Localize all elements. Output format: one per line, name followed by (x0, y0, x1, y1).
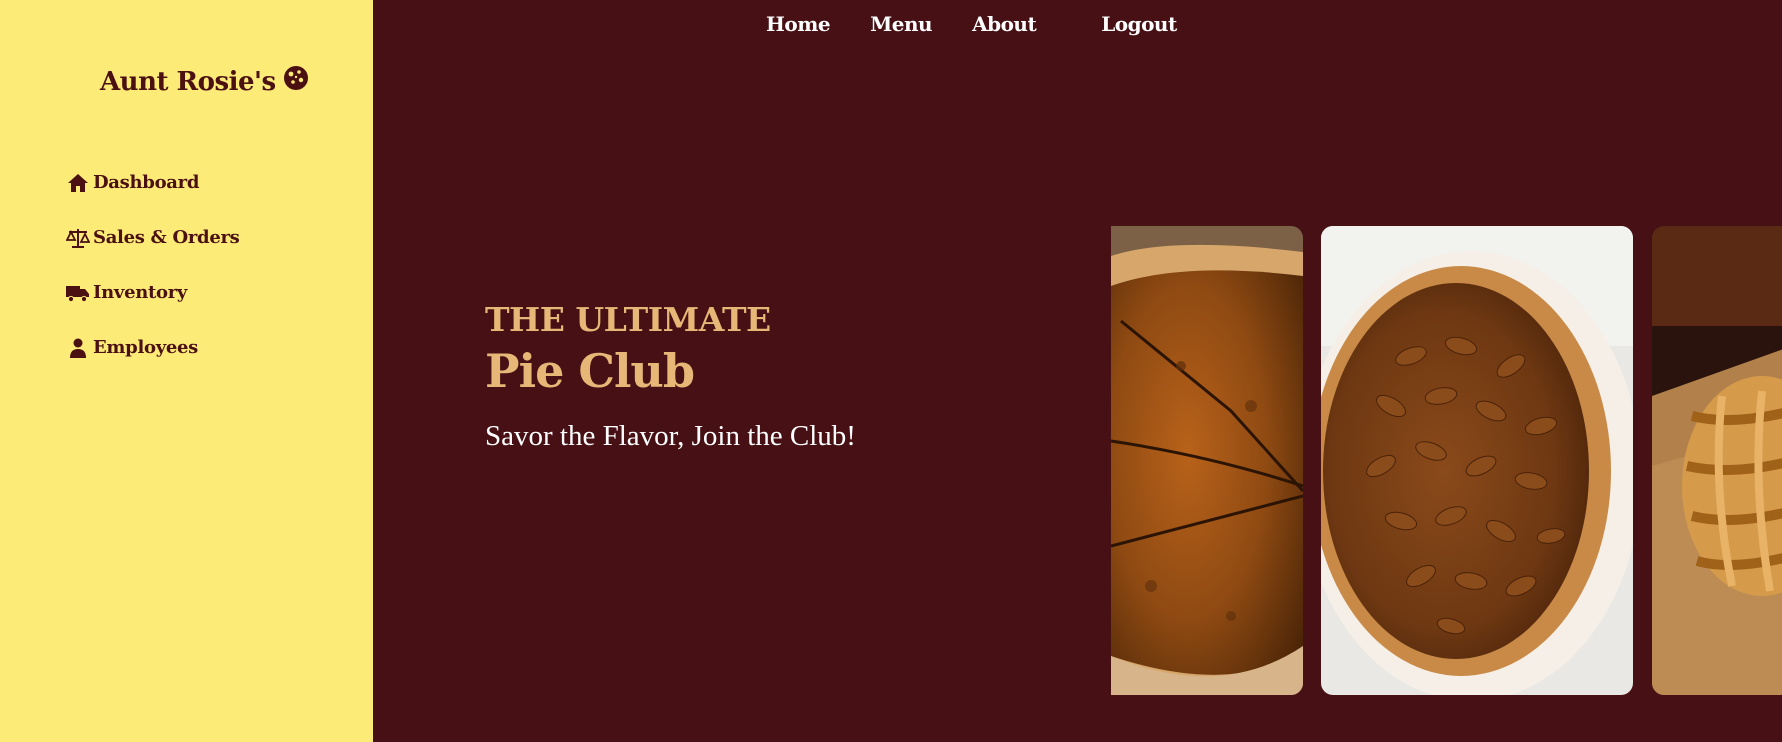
sidebar-item-sales-orders[interactable]: Sales & Orders (66, 210, 240, 265)
pecan-pie-image[interactable] (1321, 226, 1633, 695)
sidebar-nav: Dashboard Sales & Orders Inventory Emplo… (66, 155, 240, 375)
nav-about-link[interactable]: About (972, 12, 1037, 36)
nav-home-link[interactable]: Home (766, 12, 831, 36)
house-icon (66, 171, 90, 195)
nav-menu-link[interactable]: Menu (870, 12, 932, 36)
sidebar-item-label: Sales & Orders (93, 227, 240, 248)
lattice-tart-image[interactable] (1652, 226, 1782, 695)
sidebar-item-label: Inventory (93, 282, 188, 303)
hero-title: Pie Club (485, 344, 695, 398)
sidebar-item-inventory[interactable]: Inventory (66, 265, 240, 320)
sliced-pumpkin-pie-image[interactable] (1111, 226, 1303, 695)
sidebar-item-dashboard[interactable]: Dashboard (66, 155, 240, 210)
hero-subtitle: Savor the Flavor, Join the Club! (485, 420, 856, 452)
user-icon (66, 336, 90, 360)
truck-icon (66, 281, 90, 305)
sidebar-item-label: Dashboard (93, 172, 200, 193)
sidebar-item-label: Employees (93, 337, 198, 358)
hero-section: THE ULTIMATE Pie Club Savor the Flavor, … (485, 303, 856, 453)
brand-name: Aunt Rosie's (100, 66, 276, 97)
cookie-icon (282, 64, 310, 99)
sidebar-item-employees[interactable]: Employees (66, 320, 240, 375)
scale-icon (66, 226, 90, 250)
hero-eyebrow: THE ULTIMATE (485, 300, 771, 339)
brand-logo[interactable]: Aunt Rosie's (100, 64, 310, 99)
nav-logout-link[interactable]: Logout (1101, 12, 1177, 36)
top-nav: Home Menu About Logout (766, 12, 1177, 36)
sidebar: Aunt Rosie's Dashboard Sales & Orders In… (0, 0, 373, 742)
